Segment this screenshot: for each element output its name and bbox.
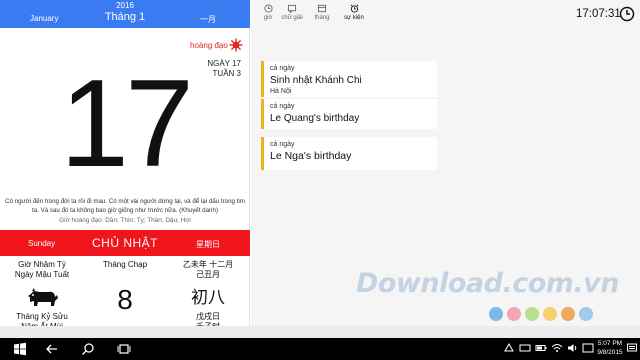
watermark-dot <box>525 307 539 321</box>
day-number: 17 <box>60 55 194 193</box>
calendar-icon <box>317 4 327 13</box>
lunar-month: Tháng Chạp <box>102 260 148 269</box>
daily-quote: Có người đến trong đời ta rồi đi mau. Có… <box>5 198 245 214</box>
tab-events[interactable]: sự kiện <box>339 4 369 28</box>
cn-lunar-day: 初八 <box>191 288 225 307</box>
event-item[interactable]: cả ngày Le Nga's birthday <box>261 137 437 170</box>
volume-icon[interactable] <box>567 342 579 354</box>
hoang-dao-label: hoàng đạo <box>190 41 228 50</box>
windows-start-icon[interactable] <box>12 341 28 357</box>
taskbar-time: 5:07 PM <box>597 340 623 347</box>
events-panel: giờ chữ giải tháng sự kiện 17:07:31 cả n… <box>251 0 640 338</box>
watermark-logo: Download.com.vn <box>356 268 620 299</box>
tab-explanation[interactable]: chữ giải <box>277 4 307 28</box>
lunar-date-column: Tháng Chạp 8 <box>84 260 166 320</box>
search-icon[interactable] <box>80 341 96 357</box>
language-icon[interactable] <box>582 342 594 354</box>
action-center-icon[interactable] <box>626 342 638 354</box>
back-arrow-icon[interactable] <box>44 341 60 357</box>
taskbar-date: 9/8/2015 <box>597 349 623 356</box>
event-item[interactable]: cả ngày Sinh nhật Khánh Chi Hà Nội <box>261 61 437 97</box>
taskbar-clock[interactable]: 5:07 PM 9/8/2015 <box>596 339 624 357</box>
chinese-lunar-column: 乙未年 十二月 己丑月 初八 戊戌日 壬子时 <box>166 260 250 332</box>
watermark-dot <box>579 307 593 321</box>
event-title: Le Nga's birthday <box>270 150 352 162</box>
message-icon <box>287 4 297 13</box>
lunar-day: 8 <box>117 284 133 315</box>
weekday-bar: Sunday CHỦ NHẬT 星期日 <box>0 230 250 256</box>
tab-month-label: tháng <box>314 15 330 21</box>
taskbar: 5:07 PM 9/8/2015 <box>0 338 640 360</box>
battery-icon[interactable] <box>535 342 547 354</box>
notification-icon[interactable] <box>503 342 515 354</box>
dog-zodiac-icon <box>28 288 58 306</box>
wifi-icon[interactable] <box>551 342 563 354</box>
watermark-dot <box>489 307 503 321</box>
event-item[interactable]: cả ngày Le Quang's birthday <box>261 99 437 129</box>
event-time: cả ngày <box>270 141 295 148</box>
lunar-month-name: Tháng Kỷ Sửu <box>16 312 68 321</box>
cn-month-stem: 己丑月 <box>196 270 220 279</box>
auspicious-hours: Giờ hoàng đạo: Dần; Thìn; Tỵ; Thân; Dậu;… <box>59 217 191 224</box>
event-title: Le Quang's birthday <box>270 113 360 124</box>
chinese-month: 一月 <box>200 15 216 24</box>
calendar-app: January 2016 Tháng 1 一月 hoàng đạo NGÀY 1… <box>0 0 640 338</box>
chinese-weekday: 星期日 <box>196 240 220 249</box>
tab-month[interactable]: tháng <box>307 4 337 28</box>
day-panel: January 2016 Tháng 1 一月 hoàng đạo NGÀY 1… <box>0 0 250 338</box>
sun-icon <box>229 38 243 52</box>
event-location: Hà Nội <box>270 88 292 95</box>
watermark-dot <box>507 307 521 321</box>
event-title: Sinh nhật Khánh Chi <box>270 75 362 86</box>
alarm-icon <box>350 4 358 13</box>
cn-year-month: 乙未年 十二月 <box>182 260 234 269</box>
current-time: 17:07:31 <box>576 8 621 20</box>
keyboard-icon[interactable] <box>519 342 531 354</box>
lunar-hour: Giờ Nhâm Tý <box>18 260 66 269</box>
event-time: cả ngày <box>270 65 295 72</box>
year-label: 2016 <box>116 1 134 10</box>
event-time: cả ngày <box>270 103 295 110</box>
task-view-icon[interactable] <box>116 341 132 357</box>
can-chi-column: Giờ Nhâm Tý Ngày Mậu Tuất Tháng Kỷ Sửu N… <box>0 260 84 332</box>
app-bottom-strip <box>0 326 640 338</box>
clock-icon <box>263 4 273 13</box>
tab-hour-label: giờ <box>263 15 273 21</box>
month-header: January 2016 Tháng 1 一月 <box>0 0 250 28</box>
cn-day-stem: 戊戌日 <box>196 312 220 321</box>
watermark-dot <box>561 307 575 321</box>
tab-explanation-label: chữ giải <box>281 15 303 21</box>
watermark-dots <box>489 307 597 326</box>
view-toolbar: giờ chữ giải tháng sự kiện 17:07:31 <box>251 0 640 30</box>
tab-events-label: sự kiện <box>344 15 364 21</box>
lunar-day-name: Ngày Mậu Tuất <box>14 270 70 279</box>
clock-icon[interactable] <box>619 6 635 22</box>
watermark-dot <box>543 307 557 321</box>
